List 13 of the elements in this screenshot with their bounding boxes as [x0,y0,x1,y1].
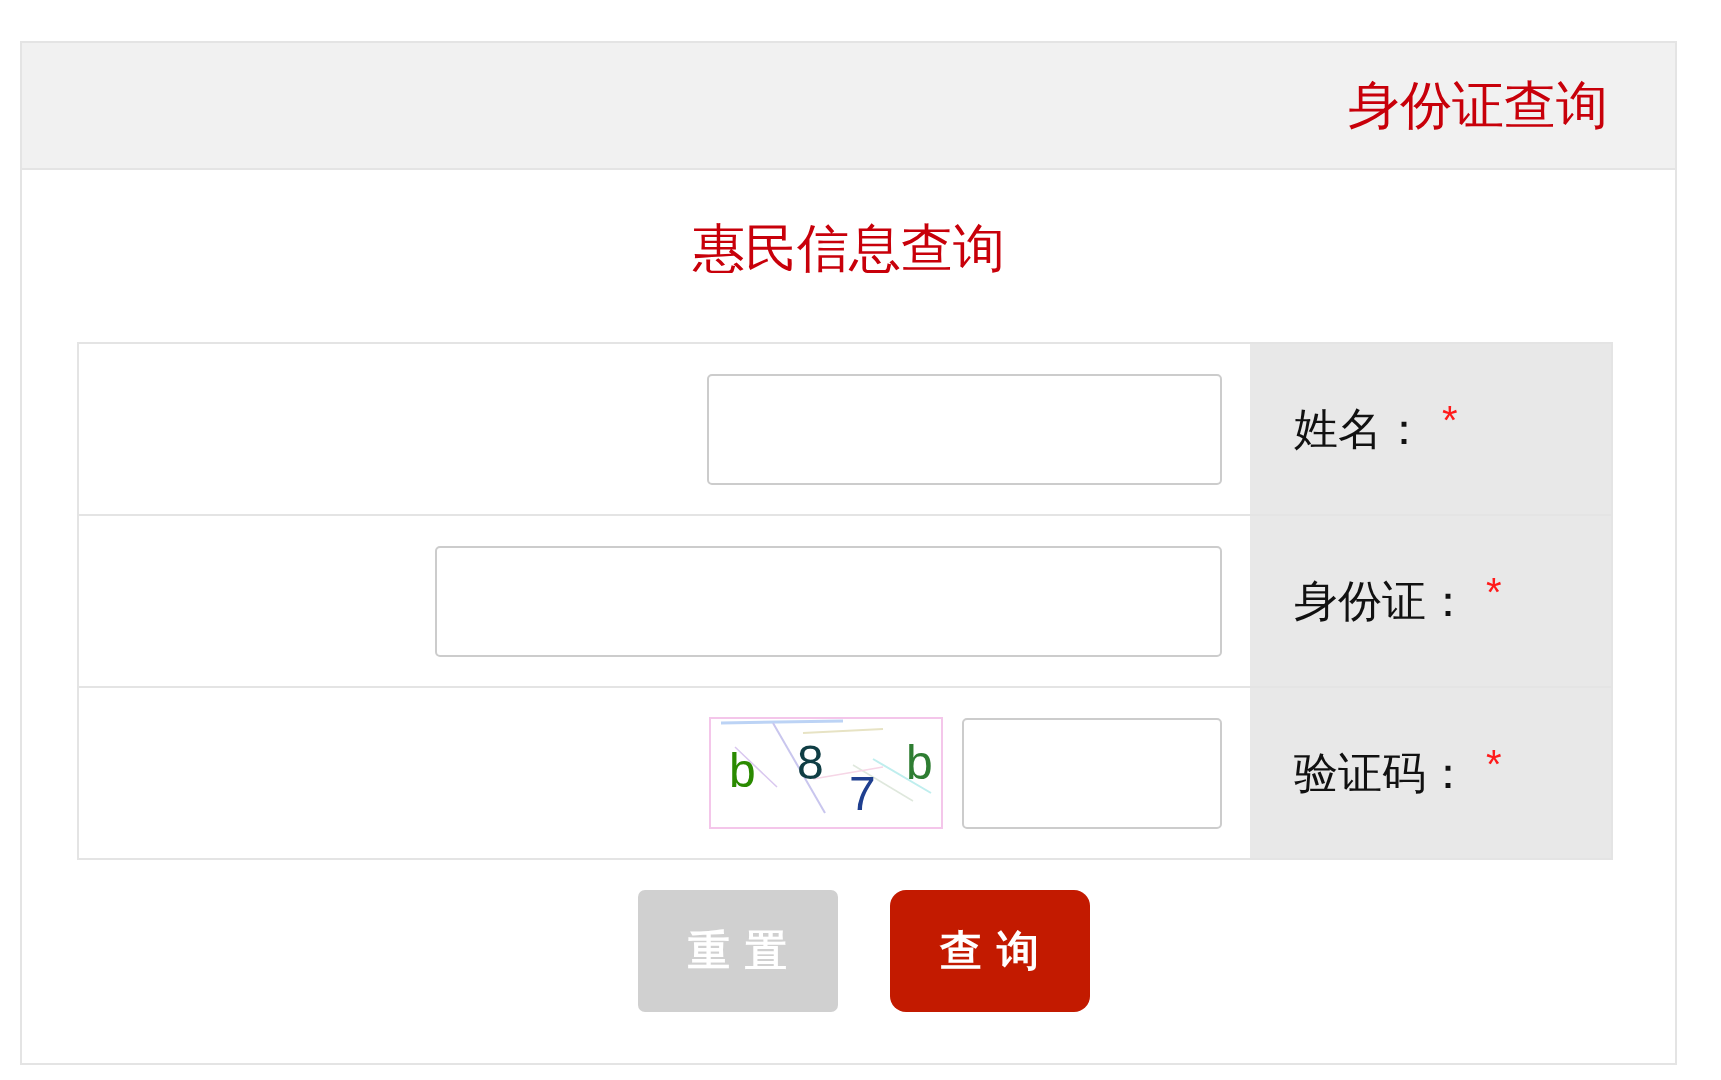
captcha-input[interactable] [962,717,1222,829]
field-label: 验证码： [1294,748,1470,798]
captcha-image: b 8 7 b [709,717,943,829]
id-number-input[interactable] [435,545,1222,657]
required-mark: * [1486,572,1502,612]
required-mark: * [1442,400,1458,440]
panel-title: 身份证查询 [1348,76,1608,135]
form-heading: 惠民信息查询 [692,218,1005,278]
field-label: 身份证： [1294,576,1470,626]
field-label: 姓名： [1294,404,1426,454]
required-mark: * [1486,744,1502,784]
name-input[interactable] [707,373,1222,485]
query-button[interactable]: 查 询 [889,890,1090,1012]
